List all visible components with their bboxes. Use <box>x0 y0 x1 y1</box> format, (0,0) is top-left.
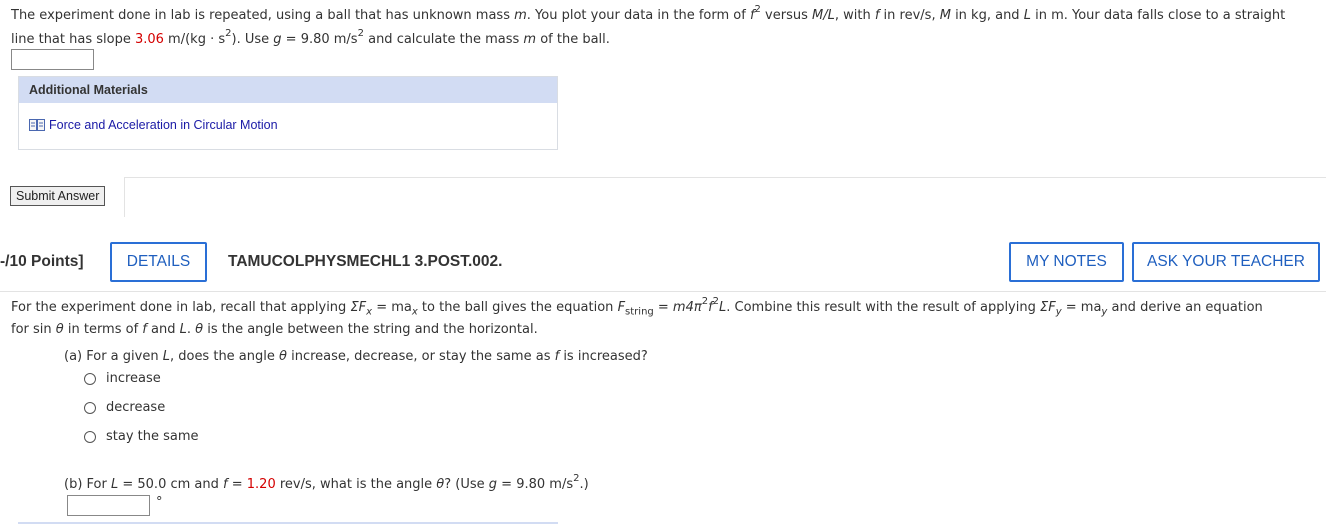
part-b-text: (b) For <box>64 477 111 492</box>
q1-var-f: f <box>749 8 755 23</box>
q1-superscript: 2 <box>225 27 232 39</box>
q1-var-ml: M/L <box>812 8 835 23</box>
additional-materials-header: Additional Materials <box>19 77 557 103</box>
q1-text-segment: of the ball. <box>536 32 610 47</box>
q2-superscript: 2 <box>701 295 709 307</box>
option-label: stay the same <box>106 429 199 444</box>
additional-materials-panel: Additional Materials Force and Accelerat… <box>18 76 558 150</box>
part-a-text: , does the angle <box>169 349 280 364</box>
q2-text-segment: in terms of <box>63 322 143 337</box>
q2-text-segment: is the angle between the string and the … <box>203 322 538 337</box>
q2-var-F: F <box>617 300 626 315</box>
q2-var-L: L <box>179 322 187 337</box>
q2-text-segment: and <box>146 322 180 337</box>
q1-text-segment: . You plot your data in the form of <box>526 8 750 23</box>
q2-text-segment: = ma <box>1061 300 1102 315</box>
q1-var-m: m <box>523 32 537 47</box>
q2-superscript: 2 <box>712 295 720 307</box>
q1-text-segment: in m. Your data falls close to a straigh… <box>1030 8 1286 23</box>
divider <box>0 291 1326 292</box>
q2-sum-fx: ΣF <box>350 300 367 315</box>
q2-sum-fy: ΣF <box>1040 300 1056 315</box>
q2-text-segment: = ma <box>372 300 412 315</box>
q1-text-segment: The experiment done in lab is repeated, … <box>11 8 515 23</box>
option-increase[interactable]: increase <box>84 371 161 386</box>
q2-text-segment: for sin <box>11 322 56 337</box>
q1-text-segment: versus <box>760 8 813 23</box>
panel-edge <box>18 522 558 524</box>
question-2-text: For the experiment done in lab, recall t… <box>11 295 1316 341</box>
details-button[interactable]: DETAILS <box>110 242 207 282</box>
radio-button[interactable] <box>84 401 96 414</box>
part-a-var: L <box>162 349 170 364</box>
question-2-header: -/10 Points] DETAILS TAMUCOLPHYSMECHL1 3… <box>0 240 1326 284</box>
book-icon <box>29 119 45 131</box>
q1-text-segment: m/(kg · s <box>163 32 226 47</box>
q1-text-segment: = 9.80 m/s <box>281 32 358 47</box>
part-a-text: (a) For a given <box>64 349 163 364</box>
mass-answer-input[interactable] <box>11 49 94 70</box>
q1-text-segment: and calculate the mass <box>363 32 524 47</box>
q2-var-f: f <box>708 300 713 315</box>
question-1-text: The experiment done in lab is repeated, … <box>11 4 1316 52</box>
q1-text-segment: in rev/s, <box>879 8 940 23</box>
q2-text-segment: For the experiment done in lab, recall t… <box>11 300 351 315</box>
submit-answer-button[interactable]: Submit Answer <box>10 186 106 206</box>
points-label: -/10 Points] <box>0 253 84 270</box>
part-b-superscript: 2 <box>573 472 580 484</box>
q1-var-g: g <box>273 32 282 47</box>
part-a-prompt: (a) For a given L, does the angle θ incr… <box>64 349 648 364</box>
part-a-text: is increased? <box>559 349 648 364</box>
part-b-text: rev/s, what is the angle <box>275 477 437 492</box>
q1-text-segment: ). Use <box>231 32 274 47</box>
q2-text-segment: and derive an equation <box>1107 300 1263 315</box>
part-b-text: ? (Use <box>444 477 489 492</box>
my-notes-button[interactable]: MY NOTES <box>1009 242 1124 282</box>
part-b-text: = <box>227 477 247 492</box>
q2-subscript: string <box>625 306 654 318</box>
part-b-prompt: (b) For L = 50.0 cm and f = 1.20 rev/s, … <box>64 473 589 492</box>
q1-superscript: 2 <box>357 27 364 39</box>
q2-text-segment: = m4π <box>653 300 702 315</box>
q1-var-L: L <box>1023 8 1031 23</box>
degree-symbol: ° <box>156 495 163 510</box>
option-decrease[interactable]: decrease <box>84 400 165 415</box>
part-a-text: increase, decrease, or stay the same as <box>286 349 555 364</box>
part-b-text: = 9.80 m/s <box>497 477 574 492</box>
option-label: increase <box>106 371 161 386</box>
q2-var-theta: θ <box>195 322 204 337</box>
q2-var-theta: θ <box>55 322 64 337</box>
q2-text-segment: . <box>186 322 196 337</box>
q1-var-M: M <box>939 8 951 23</box>
part-b-text: = 50.0 cm and <box>118 477 224 492</box>
part-a-var: θ <box>279 349 287 364</box>
q1-superscript: 2 <box>754 3 761 15</box>
option-stay-the-same[interactable]: stay the same <box>84 429 199 444</box>
additional-materials-link-label[interactable]: Force and Acceleration in Circular Motio… <box>49 118 278 132</box>
angle-answer-input[interactable] <box>67 495 150 516</box>
part-b-var: g <box>488 477 498 492</box>
divider <box>124 177 125 217</box>
question-code: TAMUCOLPHYSMECHL1 3.POST.002. <box>228 253 503 270</box>
option-label: decrease <box>106 400 166 415</box>
q2-text-segment: to the ball gives the equation <box>417 300 618 315</box>
submit-area: Submit Answer <box>0 177 1326 217</box>
divider <box>124 177 1326 178</box>
part-b-text: .) <box>579 477 589 492</box>
radio-button[interactable] <box>84 372 96 385</box>
q1-slope-value: 3.06 <box>134 32 164 47</box>
radio-button[interactable] <box>84 430 96 443</box>
q1-text-segment: , with <box>834 8 875 23</box>
q1-var-m: m <box>514 8 527 23</box>
additional-materials-link[interactable]: Force and Acceleration in Circular Motio… <box>29 118 278 132</box>
q1-text-segment: in kg, and <box>950 8 1024 23</box>
q2-text-segment: . Combine this result with the result of… <box>726 300 1040 315</box>
part-b-frequency-value: 1.20 <box>246 477 276 492</box>
q1-text-segment: line that has slope <box>11 32 135 47</box>
ask-your-teacher-button[interactable]: ASK YOUR TEACHER <box>1132 242 1320 282</box>
